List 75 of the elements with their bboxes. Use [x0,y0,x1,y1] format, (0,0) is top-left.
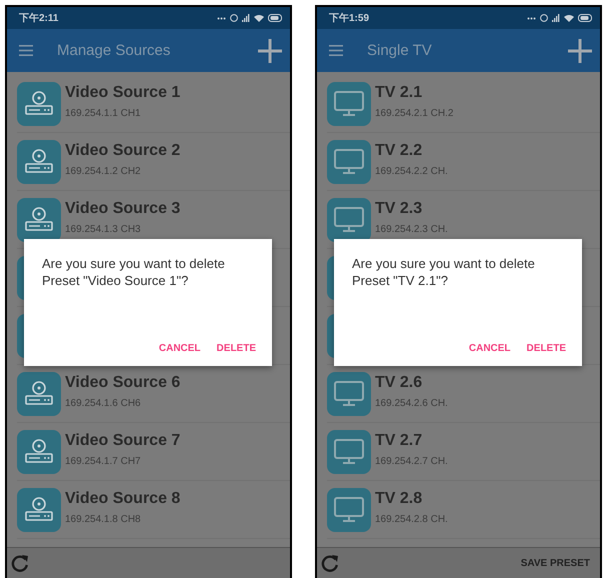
source-name: TV 2.1 [375,84,424,102]
dvd-player-icon [24,438,54,466]
source-tile[interactable] [17,82,61,126]
add-icon[interactable] [568,38,592,62]
battery-icon [268,14,282,22]
source-tile[interactable] [17,372,61,416]
dialog-message: Are you sure you want to delete Preset "TV 2.1"? [352,255,536,289]
menu-icon[interactable] [329,45,343,56]
wifi-icon [254,14,264,22]
source-address: 169.254.1.2 CH2 [65,166,142,177]
status-time: 下午2:11 [19,12,58,25]
source-address: 169.254.1.3 CH3 [65,224,142,235]
source-address: 169.254.1.6 CH6 [65,398,142,409]
add-icon[interactable] [258,38,282,62]
save-preset-button[interactable]: SAVE PRESET [520,558,590,568]
source-name: Video Source 8 [65,490,180,508]
source-tile[interactable] [17,430,61,474]
dialog-button[interactable]: CANCEL [468,343,511,354]
source-address: 169.254.1.8 CH8 [65,514,142,525]
source-tile[interactable] [327,140,371,184]
dialog-button[interactable]: DELETE [216,343,256,354]
refresh-icon[interactable] [321,554,339,572]
source-tile[interactable] [327,82,371,126]
source-name: Video Source 1 [65,84,180,102]
monitor-icon [333,90,365,118]
source-address: 169.254.1.7 CH7 [65,456,142,467]
source-address: 169.254.2.7 CH. [375,456,448,467]
dvd-player-icon [24,380,54,408]
alarm-icon [540,14,548,22]
monitor-icon [333,438,365,466]
signal-icon [552,14,560,22]
source-name: Video Source 3 [65,200,180,218]
source-name: Video Source 7 [65,432,180,450]
menu-icon[interactable] [19,45,33,56]
source-tile[interactable] [327,372,371,416]
dvd-player-icon [24,148,54,176]
more-dots-icon [527,16,536,20]
dialog-button[interactable]: CANCEL [158,343,201,354]
monitor-icon [333,148,365,176]
status-time: 下午1:59 [329,12,370,25]
source-address: 169.254.1.1 CH1 [65,108,142,119]
source-name: TV 2.7 [375,432,424,450]
signal-icon [242,14,250,22]
source-address: 169.254.2.6 CH. [375,398,448,409]
monitor-icon [333,496,365,524]
source-name: Video Source 2 [65,142,180,160]
source-tile[interactable] [327,198,371,242]
source-name: TV 2.3 [375,200,424,218]
screen-title: Manage Sources [57,42,172,59]
source-tile[interactable] [327,430,371,474]
screen-title: Single TV [367,42,433,59]
source-tile[interactable] [17,140,61,184]
source-name: TV 2.8 [375,490,424,508]
monitor-icon [333,206,365,234]
source-tile[interactable] [327,488,371,532]
source-tile[interactable] [17,198,61,242]
wifi-icon [564,14,574,22]
more-dots-icon [217,16,226,20]
alarm-icon [230,14,238,22]
source-name: Video Source 6 [65,374,180,392]
dialog-button[interactable]: DELETE [526,343,566,354]
source-name: TV 2.6 [375,374,424,392]
dialog-message: Are you sure you want to delete Preset "Video Source 1"? [42,255,226,289]
dvd-player-icon [24,496,54,524]
source-address: 169.254.2.2 CH. [375,166,448,177]
source-address: 169.254.2.3 CH. [375,224,448,235]
source-name: TV 2.2 [375,142,424,160]
source-address: 169.254.2.1 CH.2 [375,108,454,119]
monitor-icon [333,380,365,408]
dvd-player-icon [24,90,54,118]
source-tile[interactable] [17,488,61,532]
battery-icon [578,14,592,22]
dvd-player-icon [24,206,54,234]
refresh-icon[interactable] [11,554,29,572]
source-address: 169.254.2.8 CH. [375,514,448,525]
